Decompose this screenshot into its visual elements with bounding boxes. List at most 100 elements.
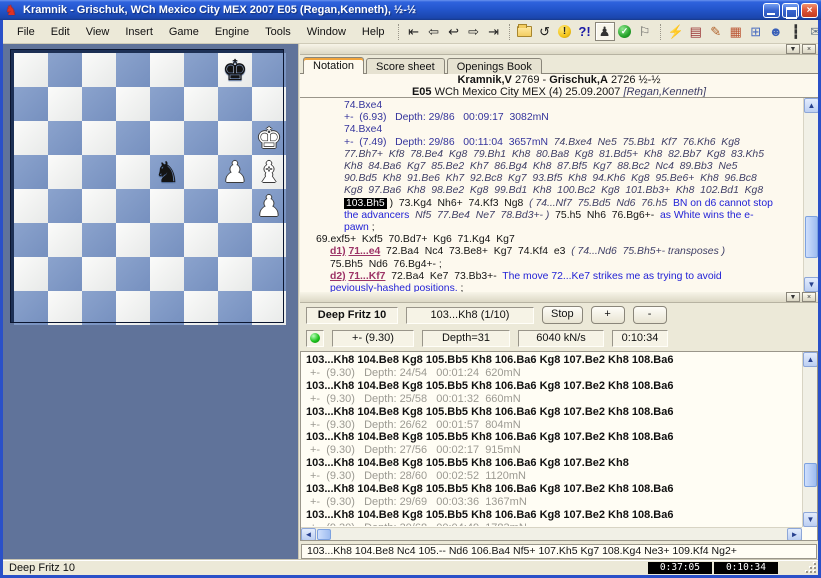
board-square[interactable] (150, 189, 184, 223)
engine-collapse-button[interactable]: ▼ (786, 292, 800, 302)
board-square[interactable] (150, 223, 184, 257)
engine-line-moves[interactable]: 103...Kh8 104.Be8 Kg8 105.Bb5 Kh8 106.Ba… (306, 354, 800, 367)
board-square[interactable] (150, 53, 184, 87)
decrease-lines-button[interactable]: - (632, 306, 667, 324)
board-square[interactable] (14, 223, 48, 257)
notation-line[interactable]: 74.Bxe4 (300, 100, 802, 112)
alert-icon[interactable]: ! (555, 22, 575, 41)
black-knight-e5[interactable]: ♞ (150, 155, 184, 189)
scroll-right-icon[interactable]: ► (787, 528, 802, 540)
menu-file[interactable]: File (9, 24, 43, 40)
engine-best-line[interactable]: 103...Kh8 104.Be8 Nc4 105.-- Nd6 106.Ba4… (301, 544, 817, 559)
board-square[interactable] (14, 257, 48, 291)
database-board-icon[interactable]: ▦ (726, 22, 746, 41)
step-forward-icon[interactable]: ⇨ (464, 22, 484, 41)
engine-line-moves[interactable]: 103...Kh8 104.Be8 Kg8 105.Bb5 Kh8 106.Ba… (306, 380, 800, 393)
menu-tools[interactable]: Tools (257, 24, 299, 40)
black-king-g8[interactable]: ♚ (218, 53, 252, 87)
menu-edit[interactable]: Edit (43, 24, 78, 40)
board-square[interactable] (184, 155, 218, 189)
board-square[interactable] (116, 53, 150, 87)
board-square[interactable] (218, 121, 252, 155)
annotate-pen-icon[interactable]: ✎ (706, 22, 726, 41)
board-square[interactable] (48, 121, 82, 155)
scroll-thumb[interactable] (317, 529, 331, 540)
board-square[interactable] (116, 121, 150, 155)
notation-line[interactable]: +- (7.49) Depth: 29/86 00:11:04 3657mN 7… (300, 137, 802, 149)
close-button[interactable]: × (801, 2, 818, 18)
menu-view[interactable]: View (78, 24, 118, 40)
board-square[interactable] (218, 223, 252, 257)
minimize-button[interactable] (763, 2, 780, 18)
menu-window[interactable]: Window (299, 24, 354, 40)
board-square[interactable] (48, 223, 82, 257)
goto-end-icon[interactable]: ⇥ (484, 22, 504, 41)
new-window-icon[interactable]: ⊞ (746, 22, 766, 41)
board-square[interactable] (150, 291, 184, 325)
board-square[interactable] (184, 223, 218, 257)
stop-button[interactable]: Stop (542, 306, 583, 324)
board-square[interactable] (252, 87, 286, 121)
board-square[interactable] (48, 53, 82, 87)
board-square[interactable] (252, 53, 286, 87)
board-square[interactable] (116, 223, 150, 257)
scroll-down-icon[interactable]: ▼ (804, 277, 818, 292)
goto-start-icon[interactable]: ⇤ (404, 22, 424, 41)
white-pawn-h4[interactable]: ♟ (252, 189, 286, 223)
notation-line[interactable]: 103.Bh5 ) 73.Kg4 Nh6+ 74.Kf3 Ng8 ( 74...… (300, 197, 802, 210)
scroll-up-icon[interactable]: ▲ (803, 352, 817, 367)
board-square[interactable] (184, 87, 218, 121)
notation-scrollbar[interactable]: ▲ ▼ (803, 98, 818, 292)
notation-line[interactable]: 75.Bh5 Nd6 76.Bg4+- ; (300, 259, 802, 271)
notation-line[interactable]: 90.Bd5 Kh8 91.Be6 Kh7 92.Bc8 Kg7 93.Bf5 … (300, 173, 802, 185)
board-square[interactable] (48, 257, 82, 291)
blunder-check-icon[interactable]: ?! (575, 22, 595, 41)
notation-line[interactable]: Kg8 97.Ba6 Kh8 98.Be2 Kg8 99.Bd1 Kh8 100… (300, 185, 802, 197)
board-square[interactable] (116, 257, 150, 291)
board-square[interactable] (82, 87, 116, 121)
engine-line-moves[interactable]: 103...Kh8 104.Be8 Kg8 105.Bb5 Kh8 106.Ba… (306, 431, 800, 444)
step-back-icon[interactable]: ⇦ (424, 22, 444, 41)
scroll-left-icon[interactable]: ◄ (301, 528, 316, 540)
notation-line[interactable]: d1) 71...e4 72.Ba4 Nc4 73.Be8+ Kg7 74.Kf… (300, 246, 802, 258)
engine-kibitzer-icon[interactable]: ♟ (594, 22, 615, 41)
board-square[interactable] (116, 87, 150, 121)
board-square[interactable] (48, 155, 82, 189)
notation-line[interactable]: 77.Bh7+ Kf8 78.Be4 Kg8 79.Bh1 Kh8 80.Ba8… (300, 149, 802, 161)
board-square[interactable] (14, 189, 48, 223)
board-square[interactable] (218, 291, 252, 325)
notation-line[interactable]: the advancers Nf5 77.Be4 Ne7 78.Bd3+- ) … (300, 210, 802, 222)
board-square[interactable] (150, 87, 184, 121)
board-square[interactable] (184, 53, 218, 87)
board-square[interactable] (14, 53, 48, 87)
player-icon[interactable]: ☻ (766, 22, 786, 41)
menu-insert[interactable]: Insert (117, 24, 161, 40)
white-king-h6[interactable]: ♚ (252, 121, 286, 155)
menu-game[interactable]: Game (161, 24, 207, 40)
board-square[interactable] (218, 189, 252, 223)
board-square[interactable] (82, 257, 116, 291)
notation-line[interactable]: pawn ; (300, 222, 802, 234)
board-square[interactable] (116, 189, 150, 223)
board-square[interactable] (82, 121, 116, 155)
scroll-up-icon[interactable]: ▲ (804, 98, 818, 113)
board-square[interactable] (48, 291, 82, 325)
board-square[interactable] (184, 291, 218, 325)
flag-icon[interactable]: ⚐ (635, 22, 655, 41)
scroll-thumb[interactable] (805, 216, 818, 258)
board-square[interactable] (150, 121, 184, 155)
board-square[interactable] (14, 87, 48, 121)
board-square[interactable] (184, 121, 218, 155)
board-square[interactable] (150, 257, 184, 291)
takeback-icon[interactable]: ↩ (444, 22, 464, 41)
board-square[interactable] (252, 257, 286, 291)
notation-line[interactable]: peviously-hashed positions. ; (300, 283, 802, 292)
app-knight-icon[interactable]: ♞ (3, 2, 19, 18)
tab-openings-book[interactable]: Openings Book (446, 58, 542, 75)
board-square[interactable] (82, 53, 116, 87)
menu-engine[interactable]: Engine (207, 24, 257, 40)
white-pawn-g5[interactable]: ♟ (218, 155, 252, 189)
chat-icon[interactable]: ✉ (806, 22, 818, 41)
board-square[interactable] (116, 155, 150, 189)
notation-close-button[interactable]: × (802, 44, 816, 54)
